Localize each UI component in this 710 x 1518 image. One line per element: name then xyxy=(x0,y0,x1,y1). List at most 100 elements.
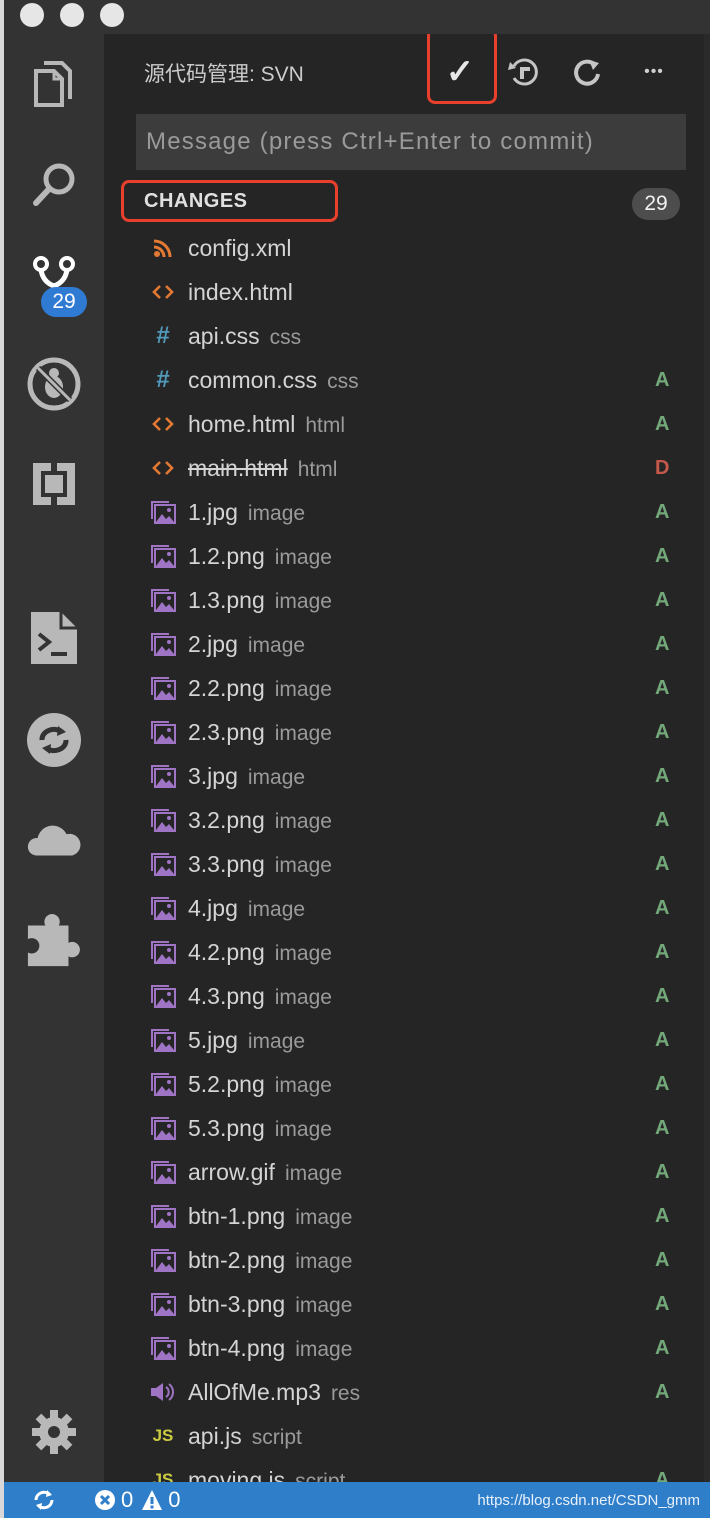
file-name-text: 5.3.png xyxy=(188,1114,265,1141)
file-name: 3.2.png image xyxy=(188,807,332,834)
search-icon[interactable] xyxy=(26,156,82,212)
file-row[interactable]: home.html html A xyxy=(104,402,704,446)
file-row[interactable]: 2.3.png image A xyxy=(104,710,704,754)
file-name: 2.jpg image xyxy=(188,631,305,658)
more-actions-button[interactable]: ••• xyxy=(632,50,676,94)
status-added-badge: A xyxy=(655,896,670,919)
file-name-text: arrow.gif xyxy=(188,1158,275,1185)
file-row[interactable]: 1.3.png image A xyxy=(104,578,704,622)
file-row[interactable]: 3.jpg image A xyxy=(104,754,704,798)
js-icon: JS xyxy=(152,1470,174,1482)
file-row[interactable]: # common.css css A xyxy=(104,358,704,402)
file-description: css xyxy=(327,369,359,393)
close-window-button[interactable] xyxy=(20,3,44,27)
file-name: btn-3.png image xyxy=(188,1291,352,1318)
file-row[interactable]: 4.2.png image A xyxy=(104,930,704,974)
file-description: script xyxy=(295,1469,346,1483)
status-added-badge: A xyxy=(655,1380,670,1403)
terminal-file-icon[interactable] xyxy=(26,610,82,666)
file-row[interactable]: config.xml xyxy=(104,226,704,270)
error-count: 0 xyxy=(121,1487,134,1512)
file-name-text: AllOfMe.mp3 xyxy=(188,1378,321,1405)
image-icon xyxy=(150,895,176,921)
file-name-text: 4.jpg xyxy=(188,894,238,921)
file-name: arrow.gif image xyxy=(188,1159,342,1186)
status-deleted-badge: D xyxy=(655,456,670,479)
file-row[interactable]: 5.2.png image A xyxy=(104,1062,704,1106)
file-row[interactable]: index.html xyxy=(104,270,704,314)
status-added-badge: A xyxy=(655,940,670,963)
file-row[interactable]: AllOfMe.mp3 res A xyxy=(104,1370,704,1414)
status-added-badge: A xyxy=(655,720,670,743)
file-name-text: home.html xyxy=(188,410,296,437)
cloud-icon[interactable] xyxy=(26,812,82,868)
sync-icon[interactable] xyxy=(26,712,82,768)
audio-icon xyxy=(150,1379,176,1405)
image-icon xyxy=(150,983,176,1009)
file-name-text: api.css xyxy=(188,322,260,349)
file-row[interactable]: btn-1.png image A xyxy=(104,1194,704,1238)
file-row[interactable]: 1.2.png image A xyxy=(104,534,704,578)
file-row[interactable]: btn-4.png image A xyxy=(104,1326,704,1370)
file-name-text: 5.2.png xyxy=(188,1070,265,1097)
file-description: image xyxy=(274,1117,332,1141)
file-name: 1.3.png image xyxy=(188,587,332,614)
status-added-badge: A xyxy=(655,368,670,391)
file-row[interactable]: btn-2.png image A xyxy=(104,1238,704,1282)
status-added-badge: A xyxy=(655,1292,670,1315)
commit-message-input[interactable] xyxy=(136,114,686,170)
file-row[interactable]: arrow.gif image A xyxy=(104,1150,704,1194)
gear-icon[interactable] xyxy=(26,1404,82,1460)
status-added-badge: A xyxy=(655,1116,670,1139)
file-row[interactable]: JS api.js script xyxy=(104,1414,704,1458)
status-added-badge: A xyxy=(655,544,670,567)
file-description: image xyxy=(295,1293,353,1317)
puzzle-icon[interactable] xyxy=(26,912,82,968)
status-added-badge: A xyxy=(655,588,670,611)
file-description: image xyxy=(247,897,306,921)
file-name: 5.3.png image xyxy=(188,1115,332,1142)
js-icon: JS xyxy=(152,1426,174,1445)
file-row[interactable]: 4.jpg image A xyxy=(104,886,704,930)
image-icon xyxy=(150,851,176,877)
file-description: image xyxy=(274,589,332,613)
warning-count: 0 xyxy=(168,1487,181,1512)
status-added-badge: A xyxy=(655,1028,670,1051)
file-row[interactable]: 1.jpg image A xyxy=(104,490,704,534)
file-name: main.html html xyxy=(188,455,337,482)
refresh-button[interactable] xyxy=(566,50,610,94)
scrollbar[interactable] xyxy=(704,34,710,1482)
maximize-window-button[interactable] xyxy=(100,3,124,27)
file-row[interactable]: # api.css css xyxy=(104,314,704,358)
file-row[interactable]: 4.3.png image A xyxy=(104,974,704,1018)
image-icon xyxy=(150,1027,176,1053)
sync-status-button[interactable] xyxy=(32,1482,56,1518)
files-icon[interactable] xyxy=(26,56,82,112)
file-row[interactable]: 3.3.png image A xyxy=(104,842,704,886)
revert-button[interactable] xyxy=(502,50,546,94)
minimize-window-button[interactable] xyxy=(60,3,84,27)
file-description: image xyxy=(274,1073,332,1097)
source-control-badge: 29 xyxy=(41,287,87,317)
html-icon xyxy=(150,279,176,305)
debug-icon[interactable] xyxy=(26,356,82,412)
square-brackets-icon[interactable] xyxy=(26,456,82,512)
file-row[interactable]: 5.jpg image A xyxy=(104,1018,704,1062)
problems-status-button[interactable]: 0 0 xyxy=(94,1482,181,1518)
file-row[interactable]: btn-3.png image A xyxy=(104,1282,704,1326)
file-row[interactable]: 2.jpg image A xyxy=(104,622,704,666)
file-row[interactable]: JS moving.js script A xyxy=(104,1458,704,1483)
source-control-panel: 源代码管理: SVN ✓ ••• CHANGES 29 config.xmlin… xyxy=(104,34,704,1482)
file-row[interactable]: 3.2.png image A xyxy=(104,798,704,842)
image-icon xyxy=(150,807,176,833)
file-description: image xyxy=(247,1029,306,1053)
file-row[interactable]: main.html html D xyxy=(104,446,704,490)
file-name: 3.jpg image xyxy=(188,763,305,790)
file-name: 2.2.png image xyxy=(188,675,332,702)
file-row[interactable]: 5.3.png image A xyxy=(104,1106,704,1150)
status-added-badge: A xyxy=(655,500,670,523)
file-row[interactable]: 2.2.png image A xyxy=(104,666,704,710)
file-description: html xyxy=(297,457,338,481)
error-icon xyxy=(95,1490,115,1510)
file-description: image xyxy=(274,941,332,965)
